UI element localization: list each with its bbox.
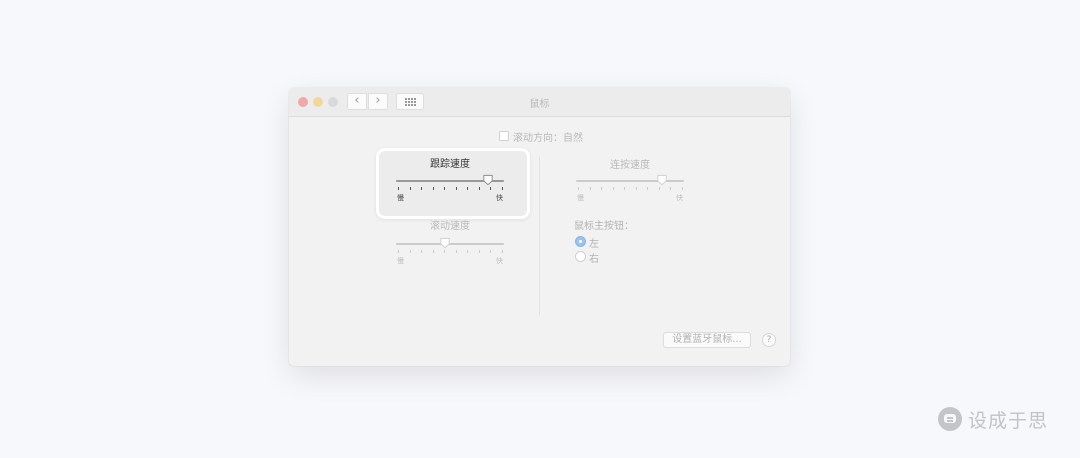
slider-tick xyxy=(578,187,579,190)
tracking-speed-min-label: 慢 xyxy=(397,194,404,202)
slider-tick xyxy=(502,187,503,190)
slider-tick xyxy=(635,187,637,190)
setup-bluetooth-mouse-button[interactable]: 设置蓝牙鼠标... xyxy=(663,332,751,348)
primary-left-label: 左 xyxy=(589,239,599,250)
slider-tick xyxy=(601,187,603,190)
scroll-speed-min-label: 慢 xyxy=(397,257,404,265)
scroll-direction-label: 滚动方向：自然 xyxy=(513,133,583,144)
tracking-speed-title: 跟踪速度 xyxy=(430,159,470,170)
slider-tick xyxy=(409,187,411,190)
slider-tick xyxy=(421,250,423,253)
slider-tick xyxy=(589,187,591,190)
slider-tick xyxy=(624,187,626,190)
tracking-speed-max-label: 快 xyxy=(496,194,503,202)
window-title: 鼠标 xyxy=(529,99,550,110)
double-click-speed-min-label: 慢 xyxy=(577,194,584,202)
slider-tick xyxy=(612,187,614,190)
slider-tick xyxy=(670,187,672,190)
double-click-speed-max-label: 快 xyxy=(676,194,683,202)
watermark-text: 设成于思 xyxy=(968,409,1049,432)
scroll-speed-title: 滚动速度 xyxy=(430,221,470,232)
chat-bubble-logo-icon xyxy=(938,407,962,431)
slider-tick xyxy=(682,187,683,190)
preferences-content: 滚动方向：自然 跟踪速度 慢 快 滚动速度 慢 快 连按速度 慢 快 鼠标主按钮… xyxy=(289,117,790,366)
scroll-direction-checkbox[interactable] xyxy=(499,131,509,141)
double-click-speed-title: 连按速度 xyxy=(610,160,650,171)
slider-thumb[interactable] xyxy=(439,237,451,249)
title-bar: ‹ › 鼠标 xyxy=(289,88,790,117)
slider-thumb[interactable] xyxy=(656,174,668,186)
primary-right-label: 右 xyxy=(589,254,599,265)
slider-tick xyxy=(398,250,399,253)
slider-tick xyxy=(647,187,649,190)
slider-tick xyxy=(455,250,457,253)
slider-tick xyxy=(432,250,434,253)
slider-tick xyxy=(478,250,480,253)
slider-tick xyxy=(478,187,480,190)
slider-tick xyxy=(409,250,411,253)
primary-button-label: 鼠标主按钮： xyxy=(574,221,634,232)
slider-tick xyxy=(444,250,446,253)
slider-tick xyxy=(467,250,469,253)
slider-tick xyxy=(444,187,446,190)
slider-tick xyxy=(398,187,399,190)
slider-tick xyxy=(432,187,434,190)
slider-tick xyxy=(490,187,492,190)
slider-tick xyxy=(658,187,660,190)
slider-tick xyxy=(421,187,423,190)
mouse-preferences-window: ‹ › 鼠标 滚动方向：自然 跟踪速度 慢 快 滚动速度 慢 快 连按速度 慢 … xyxy=(289,88,790,366)
scroll-speed-max-label: 快 xyxy=(496,257,503,265)
slider-tick xyxy=(455,187,457,190)
slider-thumb[interactable] xyxy=(482,174,494,186)
watermark: 设成于思 xyxy=(938,404,1048,434)
help-button[interactable]: ? xyxy=(762,333,776,347)
slider-tick xyxy=(467,187,469,190)
primary-left-radio[interactable] xyxy=(575,236,586,247)
slider-tick xyxy=(502,250,503,253)
slider-tick xyxy=(490,250,492,253)
column-divider xyxy=(539,157,540,315)
primary-right-radio[interactable] xyxy=(575,251,586,262)
